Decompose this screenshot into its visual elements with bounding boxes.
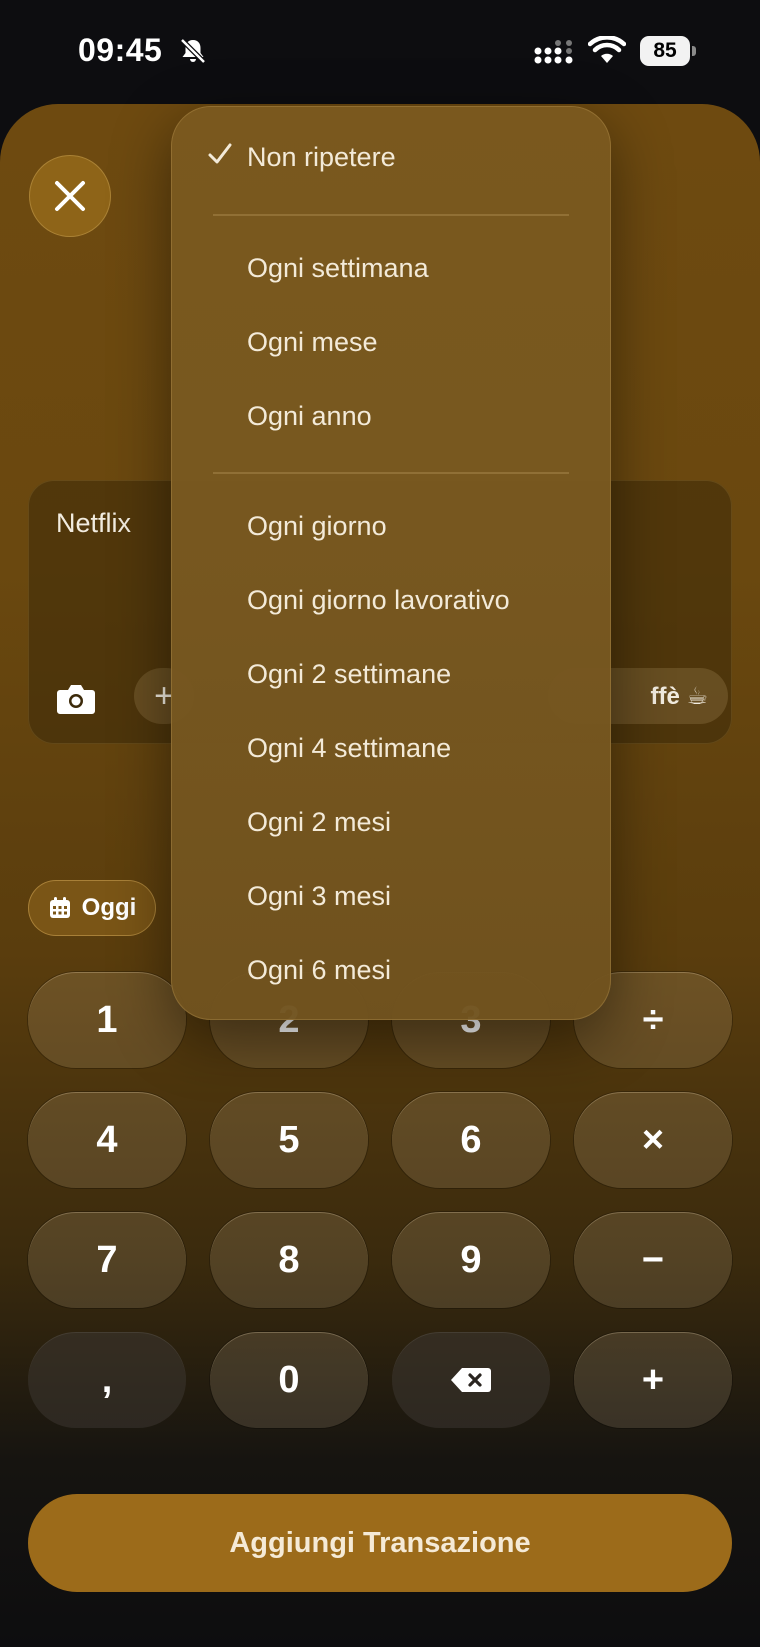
- menu-item-label: Ogni 6 mesi: [247, 954, 392, 985]
- menu-item-ogni-3-mesi[interactable]: Ogni 3 mesi: [171, 866, 611, 926]
- status-time: 09:45: [78, 32, 163, 68]
- menu-item-non-ripetere[interactable]: Non ripetere: [171, 127, 611, 187]
- repeat-menu: Non ripetere Ogni settimana Ogni mese Og…: [171, 106, 611, 1020]
- menu-item-ogni-2-mesi[interactable]: Ogni 2 mesi: [171, 792, 611, 852]
- menu-divider: [213, 214, 569, 216]
- key-5[interactable]: 5: [210, 1092, 368, 1188]
- menu-item-ogni-giorno-lavorativo[interactable]: Ogni giorno lavorativo: [171, 570, 611, 630]
- menu-item-ogni-settimana[interactable]: Ogni settimana: [171, 238, 611, 298]
- key-4[interactable]: 4: [28, 1092, 186, 1188]
- menu-item-label: Ogni 3 mesi: [247, 880, 392, 911]
- menu-item-label: Ogni anno: [247, 400, 372, 431]
- camera-icon[interactable]: [56, 680, 96, 716]
- menu-item-ogni-anno[interactable]: Ogni anno: [171, 386, 611, 446]
- key-subtract[interactable]: −: [574, 1212, 732, 1308]
- menu-item-label: Ogni settimana: [247, 252, 429, 283]
- menu-item-ogni-2-settimane[interactable]: Ogni 2 settimane: [171, 644, 611, 704]
- add-transaction-button[interactable]: Aggiungi Transazione: [28, 1494, 732, 1592]
- battery-icon: 85: [640, 36, 698, 66]
- close-icon: [55, 181, 85, 211]
- battery-level: 85: [640, 36, 690, 66]
- bell-slash-icon: [180, 38, 206, 64]
- date-label: Oggi: [81, 894, 137, 921]
- date-button[interactable]: Oggi: [28, 880, 156, 936]
- wifi-icon: [588, 36, 626, 63]
- cellular-signal-icon: [534, 40, 573, 64]
- key-1[interactable]: 1: [28, 972, 186, 1068]
- menu-item-label: Ogni giorno: [247, 510, 387, 541]
- menu-item-ogni-mese[interactable]: Ogni mese: [171, 312, 611, 372]
- menu-item-label: Ogni 2 settimane: [247, 658, 452, 689]
- key-multiply[interactable]: ×: [574, 1092, 732, 1188]
- checkmark-icon: [208, 143, 232, 164]
- key-9[interactable]: 9: [392, 1212, 550, 1308]
- key-8[interactable]: 8: [210, 1212, 368, 1308]
- menu-item-label: Ogni mese: [247, 326, 378, 357]
- menu-divider: [213, 472, 569, 474]
- key-0[interactable]: 0: [210, 1332, 368, 1428]
- key-6[interactable]: 6: [392, 1092, 550, 1188]
- menu-item-ogni-6-mesi[interactable]: Ogni 6 mesi: [171, 940, 611, 1000]
- menu-item-label: Ogni 4 settimane: [247, 732, 452, 763]
- calendar-icon: [49, 897, 70, 918]
- menu-item-ogni-4-settimane[interactable]: Ogni 4 settimane: [171, 718, 611, 778]
- menu-item-label: Ogni giorno lavorativo: [247, 584, 510, 615]
- key-7[interactable]: 7: [28, 1212, 186, 1308]
- menu-item-label: Ogni 2 mesi: [247, 806, 392, 837]
- status-bar: 09:45 85: [0, 0, 760, 100]
- menu-item-ogni-giorno[interactable]: Ogni giorno: [171, 496, 611, 556]
- backspace-button[interactable]: [392, 1332, 550, 1428]
- key-add[interactable]: +: [574, 1332, 732, 1428]
- key-comma[interactable]: ,: [28, 1332, 186, 1428]
- backspace-icon: [451, 1368, 491, 1392]
- transaction-name[interactable]: Netflix: [56, 508, 131, 539]
- close-button[interactable]: [29, 155, 111, 237]
- menu-item-label: Non ripetere: [247, 141, 396, 172]
